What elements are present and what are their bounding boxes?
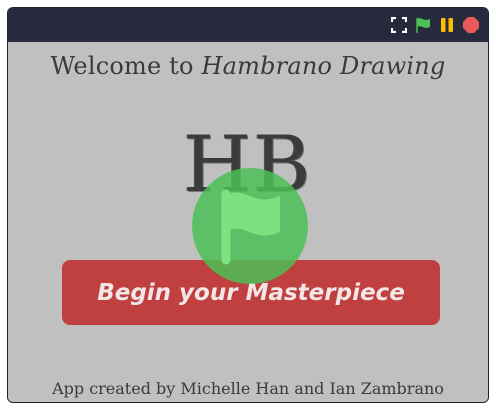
fullscreen-icon[interactable] (390, 16, 408, 34)
stage[interactable]: Welcome to Hambrano Drawing HB Begin you… (8, 42, 488, 402)
player-controls (390, 15, 480, 35)
app-name: Hambrano Drawing (201, 52, 446, 80)
welcome-heading: Welcome to Hambrano Drawing (8, 52, 488, 80)
pause-icon[interactable] (438, 16, 456, 34)
stop-icon[interactable] (462, 16, 480, 34)
welcome-prefix: Welcome to (50, 52, 202, 80)
project-window: Welcome to Hambrano Drawing HB Begin you… (7, 7, 489, 403)
player-titlebar (8, 8, 488, 42)
start-green-flag-overlay[interactable] (192, 168, 308, 284)
credits-text: App created by Michelle Han and Ian Zamb… (52, 379, 444, 398)
green-flag-icon (221, 189, 280, 265)
green-flag-icon[interactable] (414, 16, 432, 34)
